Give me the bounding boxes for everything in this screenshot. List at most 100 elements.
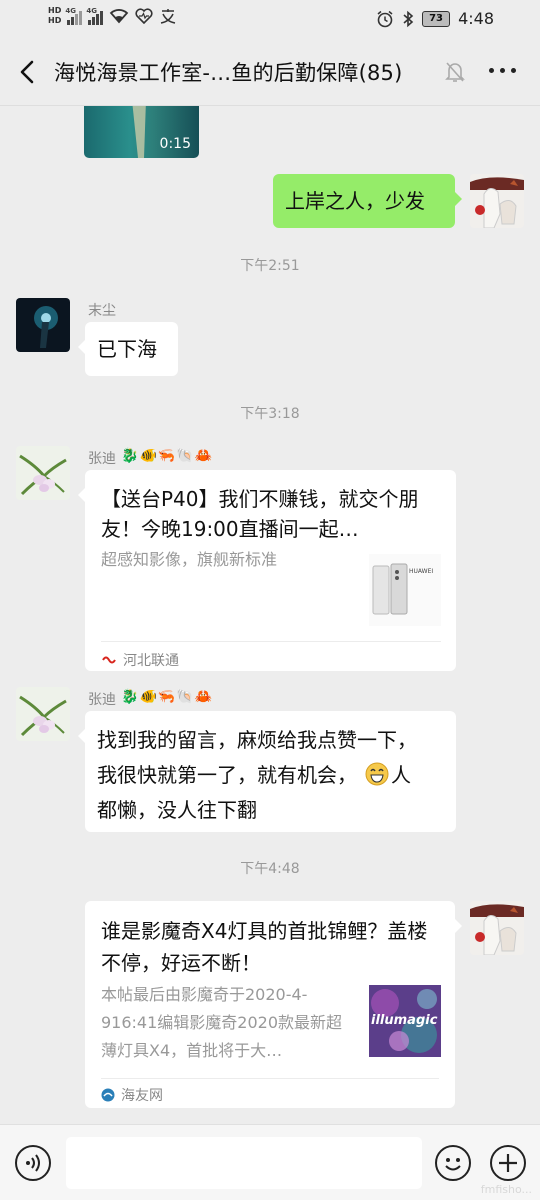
status-time: 4:48 bbox=[458, 9, 494, 28]
incoming-message-bubble[interactable]: 找到我的留言，麻烦给我点赞一下， 我很快就第一了，就有机会， 人 都懒，没人往下翻 bbox=[78, 711, 456, 832]
phone-product-image bbox=[369, 554, 441, 626]
heart-icon bbox=[135, 8, 153, 24]
chat-area[interactable]: 0:15 上岸之人，少发 下午2:51 末尘 已下海 下午3:18 张迪 🐉 🐠… bbox=[0, 106, 540, 1124]
shell-emoji-icon: 🐚 bbox=[176, 448, 194, 464]
card-divider bbox=[101, 1078, 439, 1079]
timestamp: 下午3:18 bbox=[240, 406, 300, 422]
card-thumbnail: illumagic bbox=[369, 985, 441, 1057]
app-notification-icon bbox=[161, 9, 176, 24]
bubble-tail bbox=[455, 919, 462, 933]
bubble-tail bbox=[455, 192, 462, 206]
bluetooth-icon bbox=[403, 10, 414, 27]
message-text-segment: 我很快就第一了，就有机会， bbox=[97, 763, 357, 787]
card-description: 超感知影像，旗舰新标准 bbox=[101, 550, 278, 569]
unicom-logo-icon bbox=[102, 656, 116, 664]
message-text: 已下海 bbox=[97, 337, 157, 361]
message-text-line: 我很快就第一了，就有机会， 人 bbox=[97, 758, 456, 793]
card-source-label: 海友网 bbox=[121, 1088, 163, 1104]
card-source-label: 河北联通 bbox=[123, 653, 179, 669]
network-type-label-2: 4G bbox=[86, 7, 97, 15]
card-title: 谁是影魔奇X4灯具的首批锦鲤？盖楼不停，好运不断！ bbox=[101, 919, 428, 975]
fish-emoji-icon: 🐠 bbox=[139, 689, 157, 705]
emoji-button[interactable] bbox=[435, 1145, 471, 1181]
link-card-p40[interactable]: 【送台P40】我们不赚钱，就交个朋友！今晚19:00直播间一起… 超感知影像，旗… bbox=[78, 470, 456, 743]
thumbnail-brand-text: HUAWEI bbox=[409, 568, 434, 575]
haiyou-logo-icon bbox=[101, 1088, 115, 1102]
signal-icon-2: 4G bbox=[86, 7, 104, 25]
voice-input-button[interactable] bbox=[15, 1145, 51, 1181]
battery-icon: 73 bbox=[422, 10, 451, 27]
avatar-image bbox=[16, 446, 70, 500]
more-options-button[interactable] bbox=[489, 68, 516, 73]
mute-bell-icon bbox=[445, 62, 465, 82]
crab-emoji-icon: 🦀 bbox=[194, 448, 213, 464]
card-source: 海友网 bbox=[101, 1085, 163, 1105]
card-description: 本帖最后由影魔奇于2020-4-916:41编辑影魔奇2020款最新超薄灯具X4… bbox=[101, 985, 343, 1060]
plus-icon bbox=[499, 1154, 517, 1172]
card-divider bbox=[101, 641, 441, 642]
video-duration: 0:15 bbox=[159, 136, 191, 152]
message-input[interactable] bbox=[66, 1137, 422, 1189]
message-text-line: 找到我的留言，麻烦给我点赞一下， bbox=[97, 728, 417, 752]
link-card-illumagic[interactable]: 谁是影魔奇X4灯具的首批锦鲤？盖楼不停，好运不断！ 本帖最后由影魔奇于2020-… bbox=[85, 901, 462, 1108]
signal-icon: 4G bbox=[65, 7, 83, 25]
card-source: 河北联通 bbox=[101, 650, 179, 670]
sender-avatar-zhangdi[interactable] bbox=[16, 687, 70, 741]
timestamp: 下午4:48 bbox=[240, 861, 300, 877]
fish-emoji-icon: 🐠 bbox=[139, 448, 157, 464]
outgoing-message-bubble[interactable]: 上岸之人，少发 bbox=[273, 174, 462, 228]
hd-label-bottom: HD bbox=[48, 16, 62, 25]
incoming-message-bubble[interactable]: 已下海 bbox=[78, 322, 178, 376]
message-text-line: 都懒，没人往下翻 bbox=[97, 798, 257, 822]
input-bar: fmfisho... bbox=[0, 1124, 540, 1200]
message-text: 上岸之人，少发 bbox=[285, 189, 425, 213]
shrimp-emoji-icon: 🦐 bbox=[157, 689, 176, 705]
status-bar: HD HD 4G 4G 73 4:48 bbox=[0, 0, 540, 38]
alarm-icon bbox=[377, 10, 393, 27]
my-avatar[interactable] bbox=[470, 174, 524, 228]
more-functions-button[interactable] bbox=[490, 1145, 526, 1181]
dot-icon bbox=[511, 68, 516, 73]
smiley-icon bbox=[445, 1158, 461, 1171]
grin-emoji-icon bbox=[365, 762, 389, 786]
my-avatar[interactable] bbox=[470, 901, 524, 955]
crab-emoji-icon: 🦀 bbox=[194, 689, 213, 705]
name-emoji-decorations: 🐉 🐠 🦐 🐚 🦀 bbox=[121, 689, 212, 705]
sender-name: 张迪 bbox=[88, 692, 116, 708]
avatar-image bbox=[16, 687, 70, 741]
chat-title: 海悦海景工作室-…鱼的后勤保障(85) bbox=[54, 61, 403, 85]
sender-name: 张迪 bbox=[88, 451, 116, 467]
watermark-text: fmfisho... bbox=[480, 1183, 532, 1196]
wifi-icon bbox=[110, 9, 129, 24]
thumbnail-brand-text: illumagic bbox=[371, 1013, 438, 1028]
avatar-image bbox=[470, 901, 524, 955]
hd-label-top: HD bbox=[48, 6, 62, 15]
voice-icon bbox=[26, 1154, 40, 1172]
bubble-tail bbox=[78, 488, 85, 502]
hd-indicator: HD HD bbox=[48, 6, 61, 26]
card-title: 【送台P40】我们不赚钱，就交个朋友！今晚19:00直播间一起… bbox=[101, 487, 419, 541]
message-text-segment: 人 bbox=[391, 763, 411, 787]
timestamp: 下午2:51 bbox=[240, 258, 300, 274]
sender-name: 末尘 bbox=[88, 303, 116, 319]
back-arrow-icon[interactable] bbox=[14, 56, 42, 88]
avatar-image bbox=[470, 174, 524, 228]
dot-icon bbox=[500, 68, 505, 73]
sender-avatar-zhangdi[interactable] bbox=[16, 446, 70, 500]
bubble-tail bbox=[78, 340, 85, 354]
shrimp-emoji-icon: 🦐 bbox=[157, 448, 176, 464]
status-right: 73 4:48 bbox=[376, 9, 494, 28]
dot-icon bbox=[489, 68, 494, 73]
network-type-label: 4G bbox=[65, 7, 76, 15]
name-emoji-decorations: 🐉 🐠 🦐 🐚 🦀 bbox=[121, 448, 212, 464]
sender-avatar-mochen[interactable] bbox=[16, 298, 70, 352]
bubble-tail bbox=[78, 729, 85, 743]
chat-header: 海悦海景工作室-…鱼的后勤保障(85) bbox=[0, 38, 540, 106]
card-thumbnail: HUAWEI bbox=[369, 554, 441, 626]
shell-emoji-icon: 🐚 bbox=[176, 689, 194, 705]
dragon-emoji-icon: 🐉 bbox=[121, 689, 139, 705]
video-message[interactable]: 0:15 bbox=[84, 106, 199, 158]
avatar-image bbox=[16, 298, 70, 352]
status-left: HD HD 4G 4G bbox=[48, 6, 177, 26]
dragon-emoji-icon: 🐉 bbox=[121, 448, 139, 464]
